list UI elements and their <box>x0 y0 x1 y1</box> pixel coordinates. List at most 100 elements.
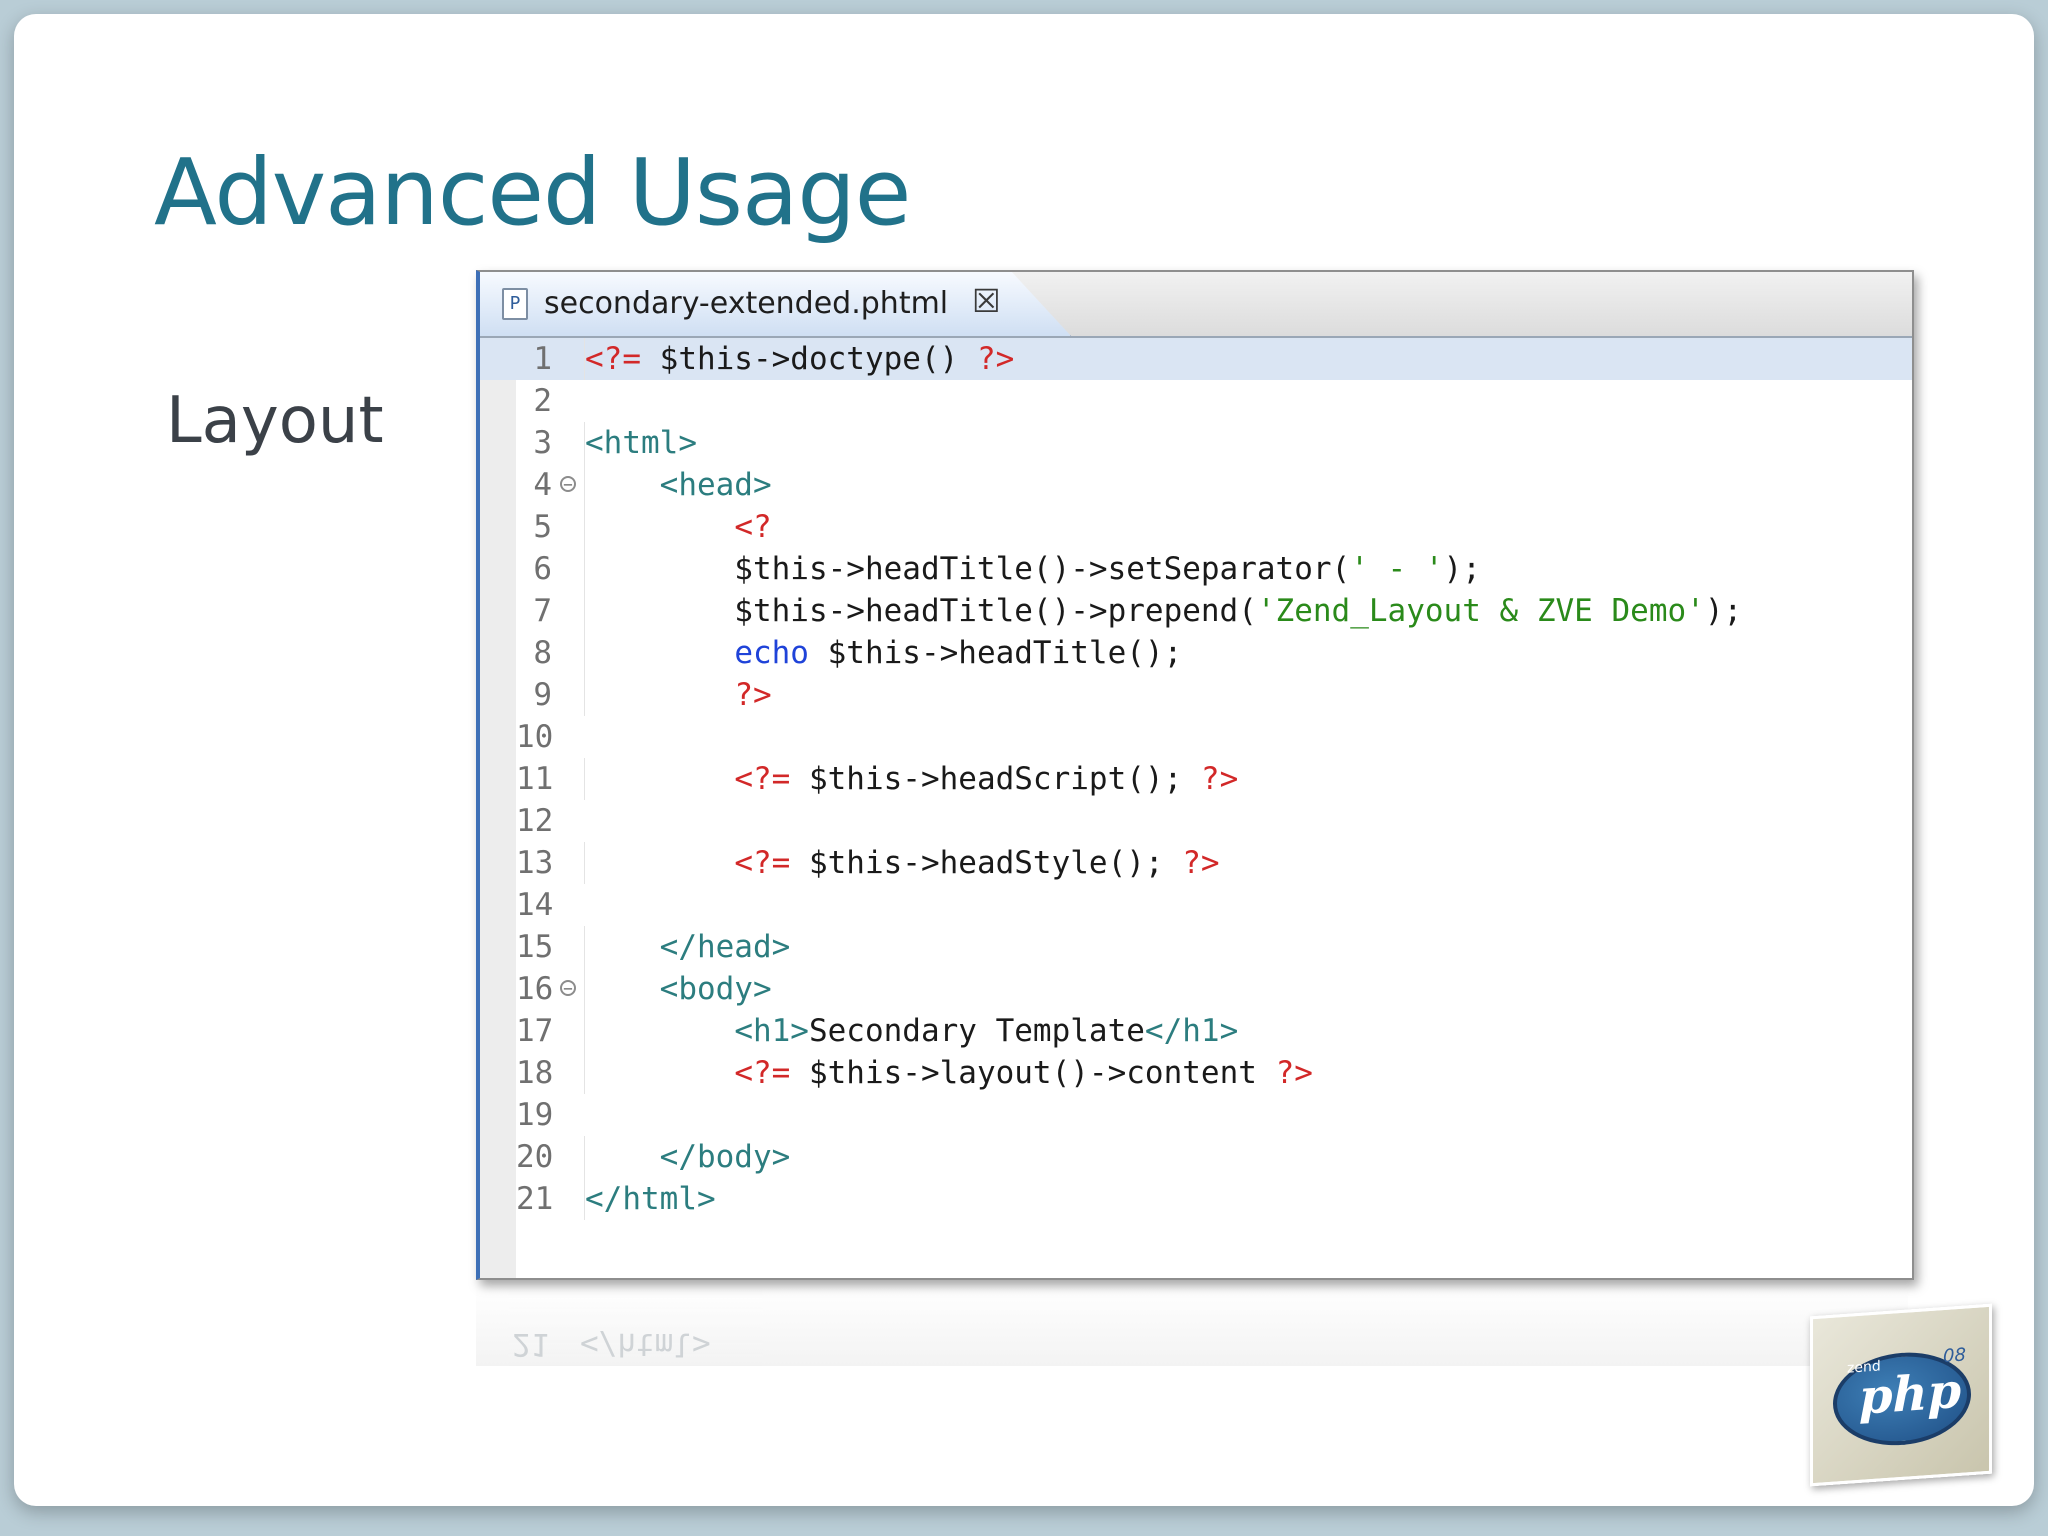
code-token: </h1> <box>1144 1013 1239 1049</box>
code-token: $this->headScript(); <box>808 761 1201 797</box>
editor-tab-filename: secondary-extended.phtml <box>544 286 949 321</box>
code-line: 21 </html> <box>480 1178 1912 1220</box>
slide: Advanced Usage Layout P secondary-extend… <box>14 14 2034 1506</box>
code-line: 20 </body> <box>480 1136 1912 1178</box>
line-number: 9 <box>533 677 552 713</box>
code-line: 13 <?= $this->headStyle(); ?> <box>480 842 1912 884</box>
line-number: 14 <box>516 887 554 923</box>
code-line: 5 <? <box>480 506 1912 548</box>
code-token: $this->headStyle(); <box>808 845 1183 881</box>
logo-year-text: 08 <box>1943 1344 1966 1368</box>
code-token: ?> <box>1200 761 1239 797</box>
line-number: 19 <box>516 1097 554 1133</box>
line-number: 10 <box>516 719 554 755</box>
line-number: 6 <box>533 551 552 587</box>
line-number: 4 <box>533 467 552 503</box>
code-line: 9 ?> <box>480 674 1912 716</box>
line-number: 11 <box>516 761 554 797</box>
code-token: ); <box>1443 551 1481 587</box>
code-token: echo <box>734 635 809 671</box>
code-token: <?= <box>734 761 809 797</box>
code-text: <html> <box>584 422 697 464</box>
code-text: $this->headTitle()->setSeparator(' - '); <box>584 548 1481 590</box>
line-number: 5 <box>533 509 552 545</box>
code-line: 2 <box>480 380 1912 422</box>
code-line: 17 <h1>Secondary Template</h1> <box>480 1010 1912 1052</box>
code-text: </head> <box>584 926 790 968</box>
line-number: 7 <box>533 593 552 629</box>
slide-title: Advanced Usage <box>154 139 911 246</box>
line-number: 1 <box>533 341 552 377</box>
code-token: </html> <box>585 1181 716 1217</box>
slide-bullet-layout: Layout <box>166 384 384 458</box>
editor-tab-bar: P secondary-extended.phtml ☒ <box>480 272 1912 338</box>
line-number: 20 <box>516 1139 554 1175</box>
code-token: ?> <box>976 341 1015 377</box>
code-token: <head> <box>659 467 772 503</box>
code-text: echo $this->headTitle(); <box>584 632 1182 674</box>
code-line: 11 <?= $this->headScript(); ?> <box>480 758 1912 800</box>
close-icon: ☒ <box>972 282 1001 320</box>
line-number: 2 <box>533 383 552 419</box>
fold-toggle-icon: − <box>560 980 576 997</box>
editor-tab: P secondary-extended.phtml ☒ <box>480 272 1071 336</box>
code-token: </body> <box>659 1139 791 1175</box>
code-line: 6 $this->headTitle()->setSeparator(' - '… <box>480 548 1912 590</box>
code-token: <?= <box>734 845 809 881</box>
code-text: ?> <box>584 674 772 716</box>
code-line: 15 </head> <box>480 926 1912 968</box>
code-token: $this->headTitle()->setSeparator( <box>585 551 1351 587</box>
line-number: 13 <box>516 845 554 881</box>
code-line: 8 echo $this->headTitle(); <box>480 632 1912 674</box>
line-number: 17 <box>516 1013 554 1049</box>
code-text: <?= $this->headStyle(); ?> <box>584 842 1220 884</box>
code-text: <?= $this->layout()->content ?> <box>584 1052 1313 1094</box>
code-editor-screenshot: P secondary-extended.phtml ☒ 1 <?= $this-… <box>476 270 1914 1280</box>
code-text: <? <box>584 506 772 548</box>
fold-toggle-icon: − <box>560 476 576 493</box>
line-number: 12 <box>516 803 554 839</box>
code-token: <?= <box>734 1055 809 1091</box>
code-token: $this->headTitle()->prepend( <box>585 593 1257 629</box>
code-line: 4− <head> <box>480 464 1912 506</box>
code-text: $this->headTitle()->prepend('Zend_Layout… <box>584 590 1742 632</box>
code-text: </html> <box>584 1178 716 1220</box>
code-text: <?= $this->doctype() ?> <box>584 338 1014 380</box>
code-text: <h1>Secondary Template</h1> <box>584 1010 1238 1052</box>
code-token: $this->layout()->content <box>808 1055 1276 1091</box>
code-line: 19 <box>480 1094 1912 1136</box>
editor-reflection: 21 </html> <box>476 1286 1908 1366</box>
code-token: ' - ' <box>1350 551 1444 587</box>
code-token: Secondary Template <box>808 1013 1145 1049</box>
code-token: ?> <box>734 677 772 713</box>
code-text: <?= $this->headScript(); ?> <box>584 758 1238 800</box>
line-number: 15 <box>516 929 554 965</box>
code-token: <? <box>734 509 772 545</box>
reflection-code: </html> <box>580 1326 711 1362</box>
code-token: ?> <box>1182 845 1220 881</box>
logo-php-text: php <box>1859 1362 1962 1426</box>
code-line: 10 <box>480 716 1912 758</box>
code-token: <body> <box>659 971 772 1007</box>
line-number: 21 <box>516 1181 554 1217</box>
code-token: ?> <box>1275 1055 1313 1091</box>
line-number: 3 <box>533 425 552 461</box>
code-text: <head> <box>584 464 772 506</box>
code-token: $this->headTitle(); <box>808 635 1183 671</box>
line-number: 8 <box>533 635 552 671</box>
code-line: 3 <html> <box>480 422 1912 464</box>
line-number: 16 <box>516 971 554 1007</box>
code-token: <html> <box>585 425 697 461</box>
php-file-icon: P <box>502 288 528 320</box>
